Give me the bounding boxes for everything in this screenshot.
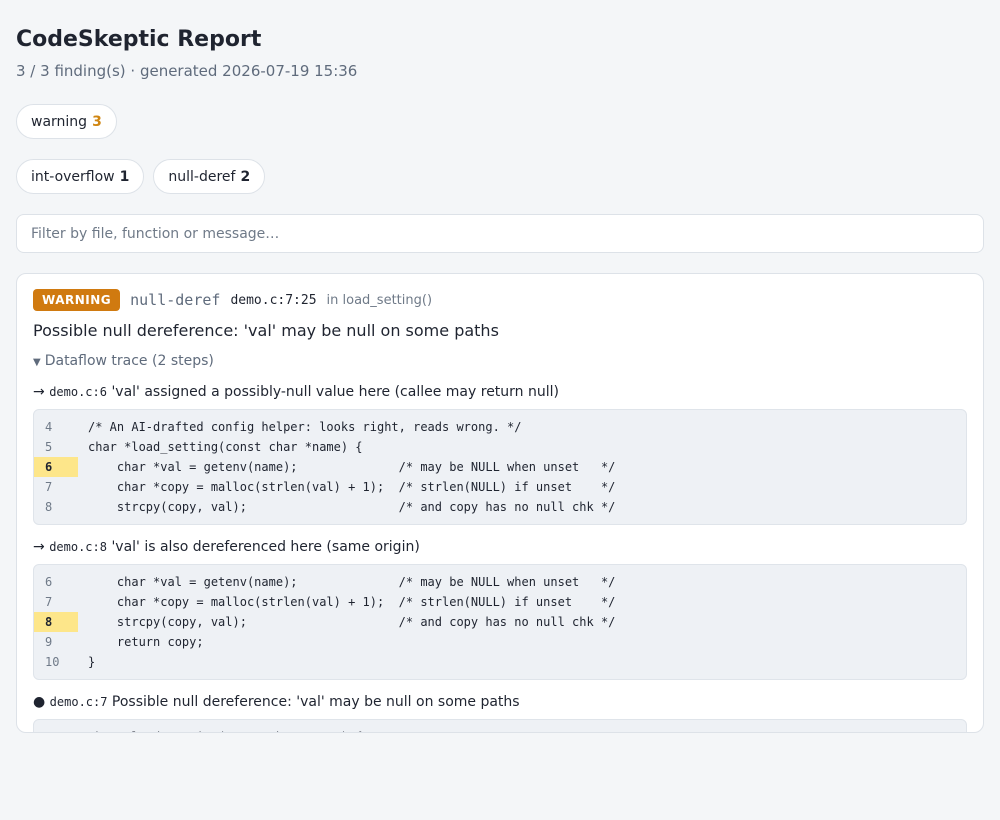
report-summary: 3 / 3 finding(s) · generated 2026-07-19 … xyxy=(16,62,358,80)
code-text: char *load_setting(const char *name) { xyxy=(88,440,363,454)
line-number: 10 xyxy=(45,655,60,669)
code-text: return copy; xyxy=(88,635,204,649)
finding-card: WARNING null-deref demo.c:7:25 in load_s… xyxy=(16,273,984,733)
severity-badge: WARNING xyxy=(33,289,121,311)
line-number: 7 xyxy=(45,480,53,494)
rule-chip-null-deref[interactable]: null-deref 2 xyxy=(153,159,266,194)
report-page: CodeSkeptic Report 3 / 3 finding(s) · ge… xyxy=(0,0,1000,820)
code-text: char *val = getenv(name); /* may be NULL… xyxy=(88,460,616,474)
code-line: 8 strcpy(copy, val); /* and copy has no … xyxy=(34,497,966,517)
code-text: char *copy = malloc(strlen(val) + 1); /*… xyxy=(88,595,616,609)
line-number: 6 xyxy=(45,575,53,589)
code-snippet: 4 /* An AI-drafted config helper: looks r… xyxy=(33,409,967,525)
line-number: 9 xyxy=(45,635,53,649)
line-number: 8 xyxy=(45,500,53,514)
code-text: char *copy = malloc(strlen(val) + 1); /*… xyxy=(88,480,616,494)
step-location: demo.c:6 xyxy=(49,385,107,399)
triangle-down-icon: ▼ xyxy=(33,357,41,368)
finding-function: in load_setting() xyxy=(326,292,433,308)
arrow-right-icon: → xyxy=(33,384,45,400)
code-line: 5char *load_setting(const char *name) { xyxy=(34,727,966,732)
chip-label: null-deref xyxy=(168,168,236,185)
step-text: Possible null dereference: 'val' may be … xyxy=(111,694,520,710)
code-text: char *load_setting(const char *name) { xyxy=(88,730,363,732)
step-location: demo.c:8 xyxy=(49,540,107,554)
bullet-icon: ● xyxy=(33,694,46,710)
code-text: strcpy(copy, val); /* and copy has no nu… xyxy=(88,500,616,514)
finding-location: demo.c:7:25 xyxy=(230,292,317,308)
severity-chip-warning[interactable]: warning 3 xyxy=(16,104,117,139)
finding-header: WARNING null-deref demo.c:7:25 in load_s… xyxy=(33,289,432,311)
code-text: } xyxy=(88,655,96,669)
arrow-right-icon: → xyxy=(33,539,45,555)
page-title: CodeSkeptic Report xyxy=(16,27,262,52)
step-text: 'val' assigned a possibly-null value her… xyxy=(111,384,559,400)
chip-count: 1 xyxy=(119,168,130,185)
line-number: 7 xyxy=(45,595,53,609)
code-line-highlighted: 8 strcpy(copy, val); /* and copy has no … xyxy=(34,612,966,632)
rule-filter-chips: int-overflow 1 null-deref 2 xyxy=(16,159,266,194)
code-snippet: 6 char *val = getenv(name); /* may be NU… xyxy=(33,564,967,680)
chip-count: 2 xyxy=(240,168,251,185)
code-line: 7 char *copy = malloc(strlen(val) + 1); … xyxy=(34,477,966,497)
code-line: 7 char *copy = malloc(strlen(val) + 1); … xyxy=(34,592,966,612)
line-number: 4 xyxy=(45,420,53,434)
code-text: char *val = getenv(name); /* may be NULL… xyxy=(88,575,616,589)
code-line: 6 char *val = getenv(name); /* may be NU… xyxy=(34,572,966,592)
line-number: 5 xyxy=(34,727,88,732)
line-number: 5 xyxy=(45,440,53,454)
code-line-highlighted: 6 char *val = getenv(name); /* may be NU… xyxy=(34,457,966,477)
dataflow-trace-toggle[interactable]: ▼ Dataflow trace (2 steps) xyxy=(33,353,214,369)
line-number: 8 xyxy=(34,612,88,632)
chip-label: warning xyxy=(31,113,88,130)
rule-chip-int-overflow[interactable]: int-overflow 1 xyxy=(16,159,145,194)
code-snippet: 5char *load_setting(const char *name) { xyxy=(33,719,967,732)
rule-name: null-deref xyxy=(130,291,221,309)
code-line: 5 char *load_setting(const char *name) { xyxy=(34,437,966,457)
filter-input[interactable] xyxy=(16,214,984,253)
trace-step: → demo.c:8 'val' is also dereferenced he… xyxy=(33,539,420,555)
line-number: 6 xyxy=(34,457,88,477)
chip-count: 3 xyxy=(92,113,102,130)
code-text: /* An AI-drafted config helper: looks ri… xyxy=(88,420,522,434)
code-line: 4 /* An AI-drafted config helper: looks r… xyxy=(34,417,966,437)
trace-step: ● demo.c:7 Possible null dereference: 'v… xyxy=(33,694,520,710)
step-location: demo.c:7 xyxy=(49,695,108,709)
severity-filter-chips: warning 3 xyxy=(16,104,117,139)
trace-toggle-label: Dataflow trace (2 steps) xyxy=(44,353,214,369)
trace-step: → demo.c:6 'val' assigned a possibly-nul… xyxy=(33,384,559,400)
chip-label: int-overflow xyxy=(31,168,115,185)
step-text: 'val' is also dereferenced here (same or… xyxy=(111,539,420,555)
finding-message: Possible null dereference: 'val' may be … xyxy=(33,321,499,340)
code-text: strcpy(copy, val); /* and copy has no nu… xyxy=(88,615,616,629)
code-line: 9 return copy; xyxy=(34,632,966,652)
code-line: 10} xyxy=(34,652,966,672)
